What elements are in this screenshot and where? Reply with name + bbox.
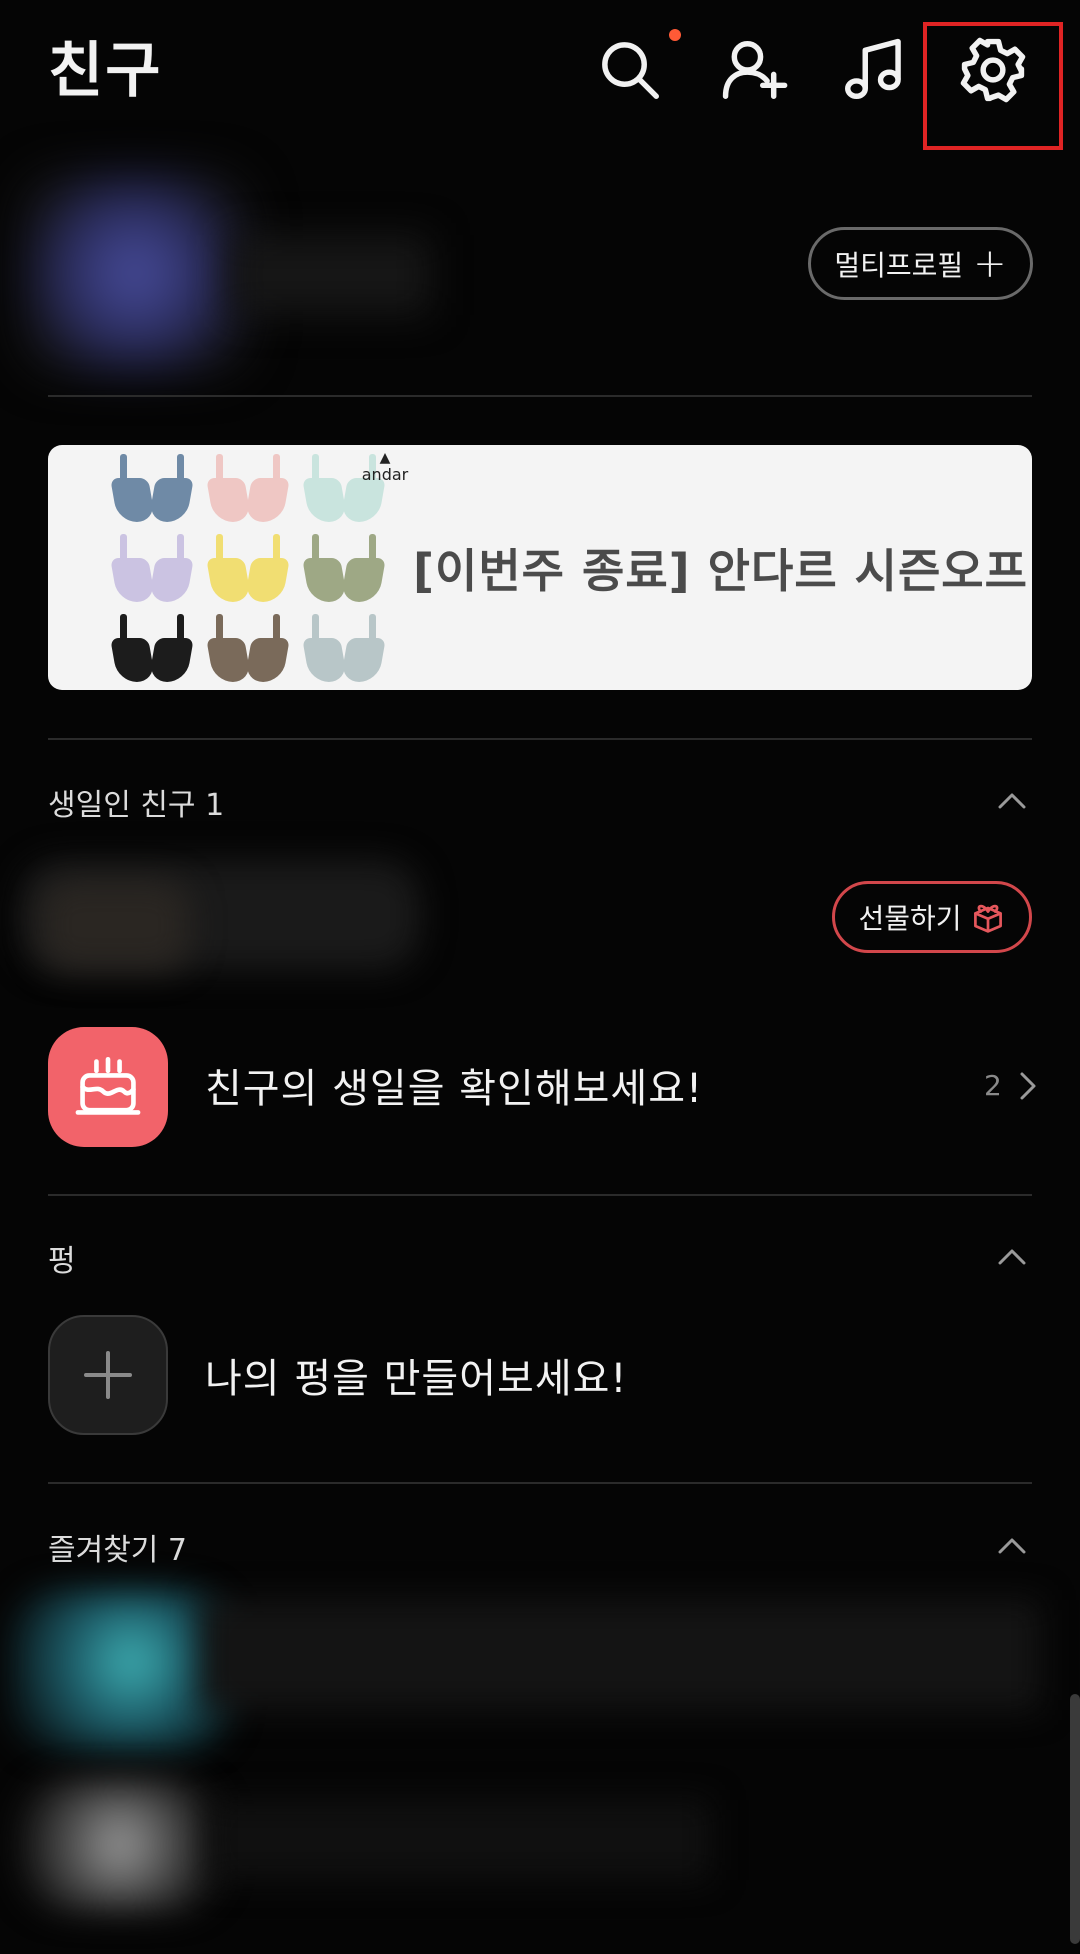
product-thumbnail xyxy=(206,452,290,522)
multi-profile-label: 멀티프로필 xyxy=(834,248,964,282)
check-birthday-text[interactable]: 친구의 생일을 확인해보세요! xyxy=(205,1056,703,1114)
product-thumbnail xyxy=(206,612,290,682)
product-thumbnail xyxy=(110,452,194,522)
plus-icon: + xyxy=(973,240,1007,287)
ad-headline: [이번주 종료] 안다르 시즌오프 xyxy=(413,543,1028,598)
gift-box-icon xyxy=(973,904,1002,933)
music-icon[interactable] xyxy=(836,32,912,108)
collapse-favorites-chevron-up-icon[interactable] xyxy=(992,1526,1032,1566)
gift-button[interactable]: 선물하기 xyxy=(832,881,1032,953)
plus-icon xyxy=(84,1351,132,1399)
my-profile-row[interactable]: 멀티프로필 + xyxy=(0,165,1080,385)
search-icon[interactable] xyxy=(592,32,668,108)
favorite-friend-row[interactable] xyxy=(210,1800,710,1880)
add-friend-icon[interactable] xyxy=(716,32,792,108)
divider xyxy=(48,395,1032,397)
avatar xyxy=(10,1590,230,1750)
product-thumbnail xyxy=(302,532,386,602)
divider xyxy=(48,1482,1032,1484)
andar-logo: ▲ andar xyxy=(361,450,409,484)
chevron-right-icon[interactable] xyxy=(1014,1068,1042,1104)
profile-name-blurred xyxy=(230,235,430,315)
multi-profile-button[interactable]: 멀티프로필 + xyxy=(808,227,1033,300)
avatar xyxy=(40,880,190,970)
product-thumbnail xyxy=(206,532,290,602)
product-thumbnail xyxy=(110,612,194,682)
pung-section-label: 펑 xyxy=(48,1244,76,1279)
settings-highlight-box xyxy=(923,22,1063,150)
favorites-section-label: 즐겨찾기 7 xyxy=(48,1533,188,1568)
add-pung-button[interactable] xyxy=(48,1315,168,1435)
divider xyxy=(48,738,1032,740)
scrollbar[interactable] xyxy=(1070,1694,1080,1944)
top-bar: 친구 xyxy=(0,0,1080,150)
ad-product-image xyxy=(108,451,388,683)
collapse-pung-chevron-up-icon[interactable] xyxy=(992,1237,1032,1277)
avatar xyxy=(20,173,250,373)
birthday-section-label: 생일인 친구 1 xyxy=(48,788,225,823)
birthday-cake-icon[interactable] xyxy=(48,1027,168,1147)
birthday-count: 2 xyxy=(984,1069,1002,1102)
collapse-birthday-chevron-up-icon[interactable] xyxy=(992,781,1032,821)
avatar xyxy=(20,1780,220,1910)
friends-screen: 친구 멀티프로필 + ▲ andar [이번주 종료] 안다르 시즌오프 생일인… xyxy=(0,0,1080,1954)
favorite-friend-row[interactable] xyxy=(200,1600,1040,1710)
ad-banner[interactable]: ▲ andar [이번주 종료] 안다르 시즌오프 xyxy=(48,445,1032,690)
page-title: 친구 xyxy=(48,36,163,106)
product-thumbnail xyxy=(110,532,194,602)
divider xyxy=(48,1194,1032,1196)
create-pung-text[interactable]: 나의 펑을 만들어보세요! xyxy=(205,1346,627,1404)
notification-dot xyxy=(669,29,681,41)
product-thumbnail xyxy=(302,612,386,682)
gift-label: 선물하기 xyxy=(858,902,962,935)
